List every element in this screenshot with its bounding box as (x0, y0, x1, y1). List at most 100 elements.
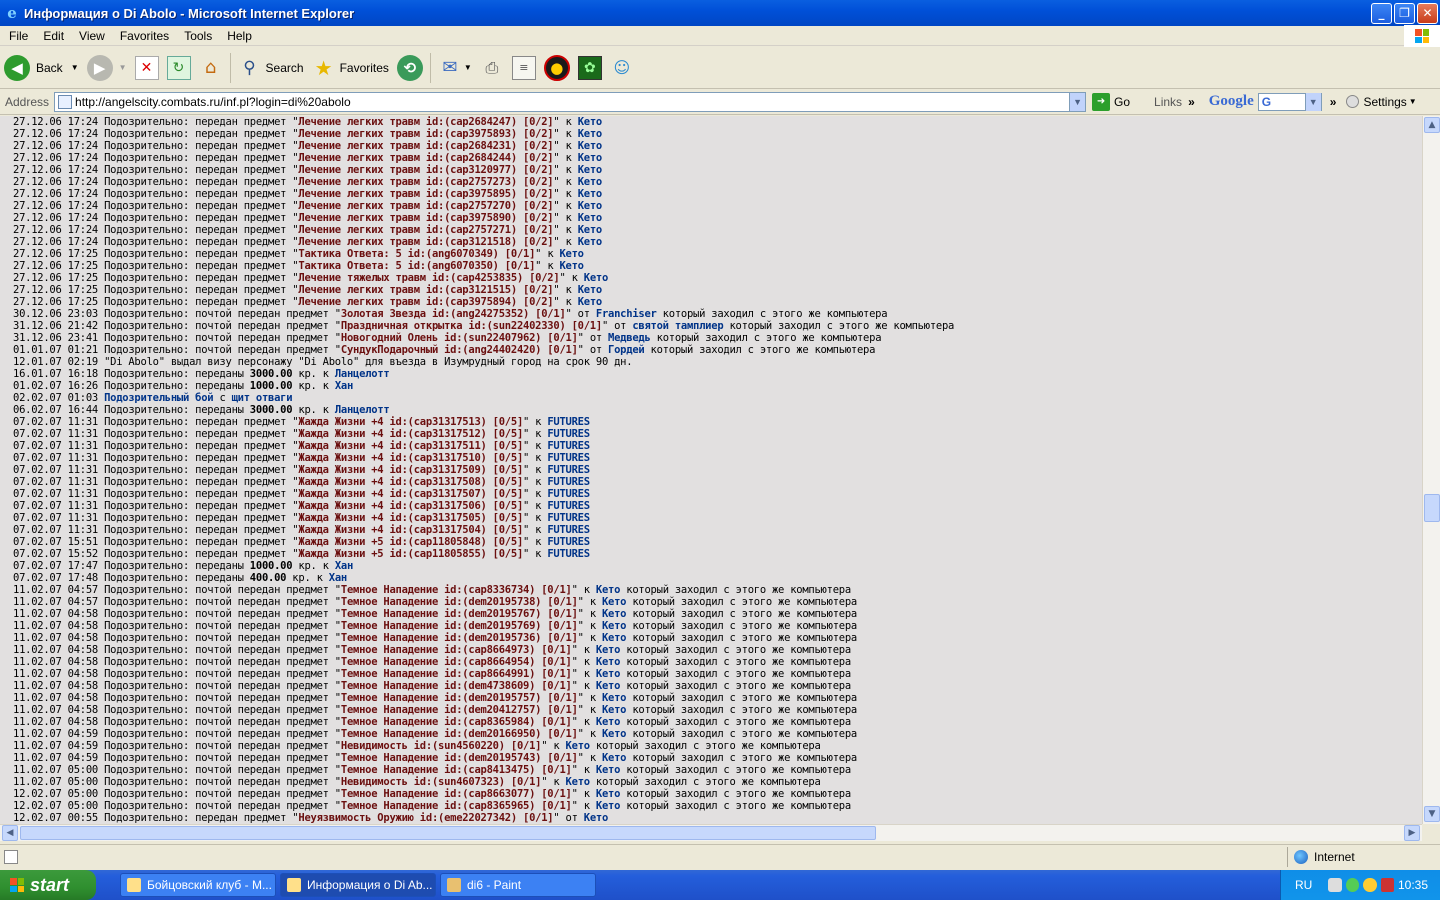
character-link[interactable]: Кето (584, 812, 609, 824)
character-link[interactable]: Кето (578, 212, 603, 224)
start-button[interactable]: start (0, 870, 96, 900)
character-link[interactable]: Кето (578, 296, 603, 308)
character-link[interactable]: Кето (596, 788, 621, 800)
tray-network-icon[interactable] (1380, 878, 1394, 892)
character-link[interactable]: Кето (596, 644, 621, 656)
menu-tools[interactable]: Tools (178, 29, 218, 43)
forward-dropdown-icon[interactable]: ▼ (119, 63, 127, 72)
address-input[interactable]: http://angelscity.combats.ru/inf.pl?logi… (54, 91, 1087, 112)
character-link[interactable]: Кето (578, 140, 603, 152)
google-dropdown-icon[interactable]: ▼ (1304, 92, 1321, 111)
close-button[interactable]: ✕ (1417, 2, 1438, 24)
taskbar-item-active[interactable]: Информация о Di Ab... (280, 873, 436, 897)
mail-button[interactable]: ✉ ▼ (434, 51, 476, 85)
character-link[interactable]: FUTURES (547, 452, 590, 464)
vertical-scroll-thumb[interactable] (1424, 494, 1440, 522)
menu-file[interactable]: File (3, 29, 34, 43)
character-link[interactable]: FUTURES (547, 548, 590, 560)
go-button[interactable]: Go (1114, 95, 1130, 109)
character-link[interactable]: Кето (602, 728, 627, 740)
character-link[interactable]: Подозрительный бой (104, 392, 214, 404)
character-link[interactable]: FUTURES (547, 440, 590, 452)
character-link[interactable]: FUTURES (547, 500, 590, 512)
character-link[interactable]: Гордей (608, 344, 645, 356)
stop-button[interactable]: ✕ (131, 51, 163, 85)
character-link[interactable]: Кето (596, 764, 621, 776)
character-link[interactable]: Кето (566, 776, 591, 788)
character-link[interactable]: Кето (566, 740, 591, 752)
language-indicator[interactable]: RU (1295, 878, 1312, 892)
scroll-right-icon[interactable]: ▶ (1404, 825, 1420, 841)
home-button[interactable]: ⌂ (195, 51, 227, 85)
character-link[interactable]: FUTURES (547, 512, 590, 524)
title-bar[interactable]: e Информация о Di Abolo - Microsoft Inte… (0, 0, 1440, 26)
character-link[interactable]: Кето (596, 716, 621, 728)
history-button[interactable]: ⟲ (393, 51, 427, 85)
settings-dropdown-icon[interactable]: ▼ (1409, 97, 1417, 106)
character-link[interactable]: Кето (596, 656, 621, 668)
maximize-button[interactable]: ❐ (1394, 2, 1415, 24)
forward-button[interactable]: ▶ ▼ (83, 51, 131, 85)
character-link[interactable]: Кето (596, 800, 621, 812)
tray-app-icon[interactable] (1363, 878, 1377, 892)
character-link[interactable]: Кето (578, 164, 603, 176)
character-link[interactable]: Кето (559, 260, 584, 272)
search-button[interactable]: ⚲ Search (234, 51, 308, 85)
character-link[interactable]: Кето (602, 608, 627, 620)
favorites-button[interactable]: ★ Favorites (308, 51, 393, 85)
character-link[interactable]: Ланцелотт (335, 368, 390, 380)
character-link[interactable]: Кето (578, 188, 603, 200)
character-link[interactable]: Кето (596, 680, 621, 692)
character-link[interactable]: FUTURES (547, 476, 590, 488)
character-link[interactable]: FUTURES (547, 536, 590, 548)
character-link[interactable]: Кето (578, 224, 603, 236)
character-link[interactable]: FUTURES (547, 524, 590, 536)
taskbar-item[interactable]: Бойцовский клуб - М... (120, 873, 276, 897)
character-link[interactable]: Кето (578, 236, 603, 248)
character-link[interactable]: Кето (596, 584, 621, 596)
character-link[interactable]: Кето (578, 152, 603, 164)
character-link[interactable]: Кето (596, 668, 621, 680)
character-link[interactable]: FUTURES (547, 416, 590, 428)
character-link[interactable]: Кето (584, 272, 609, 284)
scroll-down-icon[interactable]: ▼ (1424, 806, 1440, 822)
address-dropdown-icon[interactable]: ▼ (1069, 92, 1086, 111)
character-link[interactable]: Ланцелотт (335, 404, 390, 416)
character-link[interactable]: Кето (602, 752, 627, 764)
taskbar-item[interactable]: di6 - Paint (440, 873, 596, 897)
messenger-button[interactable]: ☺ (606, 51, 638, 85)
google-chevron-icon[interactable]: » (1330, 95, 1337, 109)
refresh-button[interactable]: ↻ (163, 51, 195, 85)
character-link[interactable]: Хан (335, 560, 353, 572)
character-link[interactable]: FUTURES (547, 488, 590, 500)
character-link[interactable]: FUTURES (547, 464, 590, 476)
character-link[interactable]: Кето (578, 176, 603, 188)
addon-button-1[interactable]: ● (540, 51, 574, 85)
print-button[interactable]: ⎙ (476, 51, 508, 85)
go-arrow-icon[interactable]: ➜ (1092, 92, 1111, 111)
settings-button[interactable]: Settings (1363, 95, 1406, 109)
character-link[interactable]: Кето (602, 632, 627, 644)
tray-app-icon[interactable] (1345, 878, 1360, 892)
horizontal-scroll-thumb[interactable] (20, 826, 876, 840)
menu-favorites[interactable]: Favorites (114, 29, 175, 43)
google-search-box[interactable]: G ▼ (1257, 92, 1322, 111)
horizontal-scrollbar[interactable]: ◀ ▶ (0, 824, 1422, 841)
character-link[interactable]: Кето (559, 248, 584, 260)
character-link[interactable]: Franchiser (596, 308, 657, 320)
character-link[interactable]: Кето (578, 116, 603, 128)
addon-button-2[interactable]: ✿ (574, 51, 606, 85)
character-link[interactable]: Медведь (608, 332, 651, 344)
menu-edit[interactable]: Edit (37, 29, 70, 43)
character-link[interactable]: Кето (578, 200, 603, 212)
links-chevron-icon[interactable]: » (1188, 95, 1195, 109)
character-link[interactable]: Кето (602, 704, 627, 716)
character-link[interactable]: Кето (602, 692, 627, 704)
minimize-button[interactable]: _ (1371, 2, 1392, 24)
menu-help[interactable]: Help (221, 29, 258, 43)
character-link[interactable]: щит отваги (232, 392, 293, 404)
edit-button[interactable]: ≡ (508, 51, 540, 85)
vertical-scrollbar[interactable]: ▲ ▼ (1422, 116, 1440, 824)
scroll-left-icon[interactable]: ◀ (2, 825, 18, 841)
character-link[interactable]: Кето (602, 596, 627, 608)
